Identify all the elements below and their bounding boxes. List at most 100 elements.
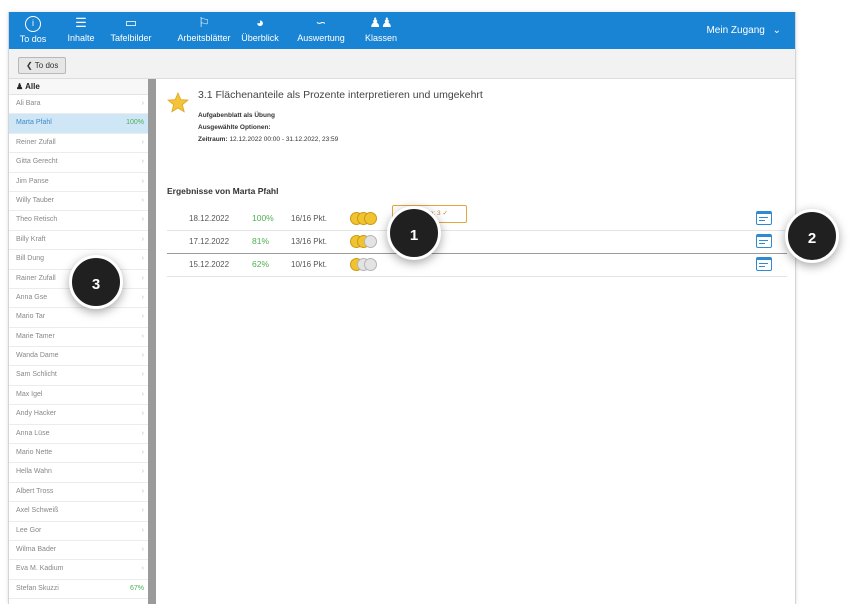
student-row[interactable]: Hella Wahn › — [9, 463, 148, 483]
view-result-icon[interactable] — [756, 234, 772, 248]
nav-auswertung[interactable]: ∽ Auswertung — [295, 15, 347, 47]
monitor-icon: ▭ — [124, 15, 138, 30]
chevron-right-icon: › — [141, 487, 144, 495]
result-percent: 81% — [252, 236, 270, 246]
chevron-right-icon: › — [141, 371, 144, 379]
chevron-right-icon: › — [142, 599, 144, 604]
document-icon: ☰ — [75, 15, 87, 30]
view-result-icon[interactable] — [756, 257, 772, 271]
chevron-down-icon: ⌄ — [772, 25, 781, 36]
student-name: Marta Pfahl — [16, 119, 52, 127]
student-name: Reiner Zufall — [16, 138, 56, 146]
coin-empty-icon — [364, 258, 377, 271]
student-row[interactable]: Eva M. Kadium › — [9, 560, 148, 580]
student-row[interactable]: Mario Tar › — [9, 308, 148, 328]
chevron-right-icon: › — [141, 313, 144, 321]
nav-todos[interactable]: i To dos — [13, 15, 53, 47]
chevron-right-icon: › — [141, 429, 144, 437]
person-icon: ♟ — [16, 82, 24, 91]
student-row[interactable]: Marta Pfahl 100% — [9, 114, 148, 134]
result-points: 13/16 Pkt. — [291, 237, 328, 246]
student-row[interactable]: Anna Lüse › — [9, 425, 148, 445]
nav-auswertung-label: Auswertung — [297, 33, 345, 43]
chevron-left-icon: ❮ — [26, 61, 33, 70]
student-name: Stefan Skuzzi — [16, 584, 59, 592]
student-row[interactable]: Stefan Skuzzi 67% — [9, 580, 148, 600]
student-row[interactable]: Andy Hacker › — [9, 405, 148, 425]
account-menu[interactable]: Mein Zugang ⌄ — [706, 25, 781, 36]
student-row[interactable]: Mario Nette › — [9, 444, 148, 464]
chevron-right-icon: › — [141, 216, 144, 224]
student-row[interactable]: Albert Tross › — [9, 483, 148, 503]
task-mode: Aufgabenblatt als Übung — [198, 112, 275, 119]
sub-toolbar: ❮ To dos — [9, 49, 795, 79]
student-row[interactable]: Marie Tamer › — [9, 328, 148, 348]
nav-arbeitsblaetter-label: Arbeitsblätter — [177, 33, 231, 43]
chevron-right-icon: › — [141, 196, 144, 204]
result-date: 15.12.2022 — [189, 260, 230, 269]
sidebar-header-label: Alle — [25, 82, 40, 91]
coin-empty-icon — [364, 235, 377, 248]
task-period: Zeitraum: 12.12.2022 00:00 - 31.12.2022,… — [198, 136, 339, 143]
student-name: Ali Bara — [16, 100, 41, 107]
nav-klassen[interactable]: ♟♟ Klassen — [359, 15, 403, 47]
student-name: Lee Gor — [16, 526, 42, 534]
nav-arbeitsblaetter[interactable]: ⚐ Arbeitsblätter — [173, 15, 235, 47]
student-row[interactable]: Willy Tauber › — [9, 192, 148, 212]
student-row[interactable]: Ali Bara › — [9, 95, 148, 115]
student-row[interactable]: Billy Kraft › — [9, 231, 148, 251]
student-name: Max Igel — [16, 390, 43, 398]
coin-rating — [350, 258, 382, 271]
nav-klassen-label: Klassen — [364, 33, 398, 43]
nav-inhalte[interactable]: ☰ Inhalte — [61, 15, 101, 47]
chevron-right-icon: › — [141, 565, 144, 573]
student-row[interactable]: Gitta Gerecht › — [9, 153, 148, 173]
student-row[interactable]: Jim Panse › — [9, 173, 148, 192]
chevron-right-icon: › — [141, 526, 144, 534]
result-row[interactable]: 15.12.2022 62% 10/16 Pkt. — [167, 253, 787, 277]
student-row[interactable]: Wanda Dame › — [9, 347, 148, 367]
student-name: Willy Tauber — [16, 196, 54, 204]
callout-badge-2: 2 — [785, 209, 839, 263]
info-circle-icon: i — [25, 16, 41, 32]
student-row[interactable]: Axel Schweiß › — [9, 502, 148, 522]
main-content: 3.1 Flächenanteile als Prozente interpre… — [156, 79, 795, 604]
nav-ueberblick[interactable]: ◕ Überblick — [236, 15, 284, 47]
student-row[interactable]: Max Igel › — [9, 386, 148, 406]
student-row[interactable]: Lee Gor › — [9, 522, 148, 541]
chevron-right-icon: › — [141, 332, 144, 340]
student-row[interactable]: Sam Schlicht › — [9, 366, 148, 386]
task-title: 3.1 Flächenanteile als Prozente interpre… — [198, 89, 483, 101]
view-result-icon[interactable] — [756, 211, 772, 225]
top-nav-bar: i To dos ☰ Inhalte ▭ Tafelbilder ⚐ Arbei… — [9, 12, 795, 49]
chevron-right-icon: › — [141, 158, 144, 166]
result-percent: 100% — [252, 213, 274, 223]
chevron-right-icon: › — [141, 410, 144, 418]
student-name: Marie Tamer — [16, 332, 55, 340]
result-date: 18.12.2022 — [189, 214, 230, 223]
result-row[interactable]: 18.12.2022100%16/16 Pkt.Bestleistung: 3 … — [167, 205, 787, 231]
student-row[interactable]: Reiner Zufall › — [9, 134, 148, 154]
student-name: Gitta Gerecht — [16, 158, 58, 166]
coin-rating — [350, 235, 382, 248]
student-sidebar: ♟ Alle Ali Bara › Marta Pfahl 100% Reiner Zu… — [9, 79, 156, 604]
student-name: Jim Panse — [16, 177, 49, 185]
student-row[interactable]: Klara Fass› — [9, 599, 148, 604]
student-row[interactable]: Wilma Bader › — [9, 541, 148, 561]
chevron-right-icon: › — [141, 255, 144, 263]
back-to-todos-button[interactable]: ❮ To dos — [18, 57, 67, 74]
app-window: i To dos ☰ Inhalte ▭ Tafelbilder ⚐ Arbei… — [8, 12, 796, 604]
chevron-right-icon: › — [141, 449, 144, 457]
chart-line-icon: ∽ — [315, 15, 327, 30]
result-row[interactable]: 17.12.2022 81% 13/16 Pkt. — [167, 230, 787, 254]
student-name: Bill Dung — [16, 255, 45, 263]
chevron-right-icon: › — [141, 545, 144, 553]
nav-tafelbilder[interactable]: ▭ Tafelbilder — [105, 15, 157, 47]
nav-tafelbilder-label: Tafelbilder — [110, 33, 152, 43]
student-name: Sam Schlicht — [16, 371, 57, 379]
star-icon[interactable] — [167, 92, 189, 113]
student-row[interactable]: Theo Retisch › — [9, 211, 148, 231]
student-name: Eva M. Kadium — [16, 565, 64, 573]
sidebar-header-all[interactable]: ♟ Alle — [9, 79, 148, 95]
nav-inhalte-label: Inhalte — [67, 33, 95, 43]
